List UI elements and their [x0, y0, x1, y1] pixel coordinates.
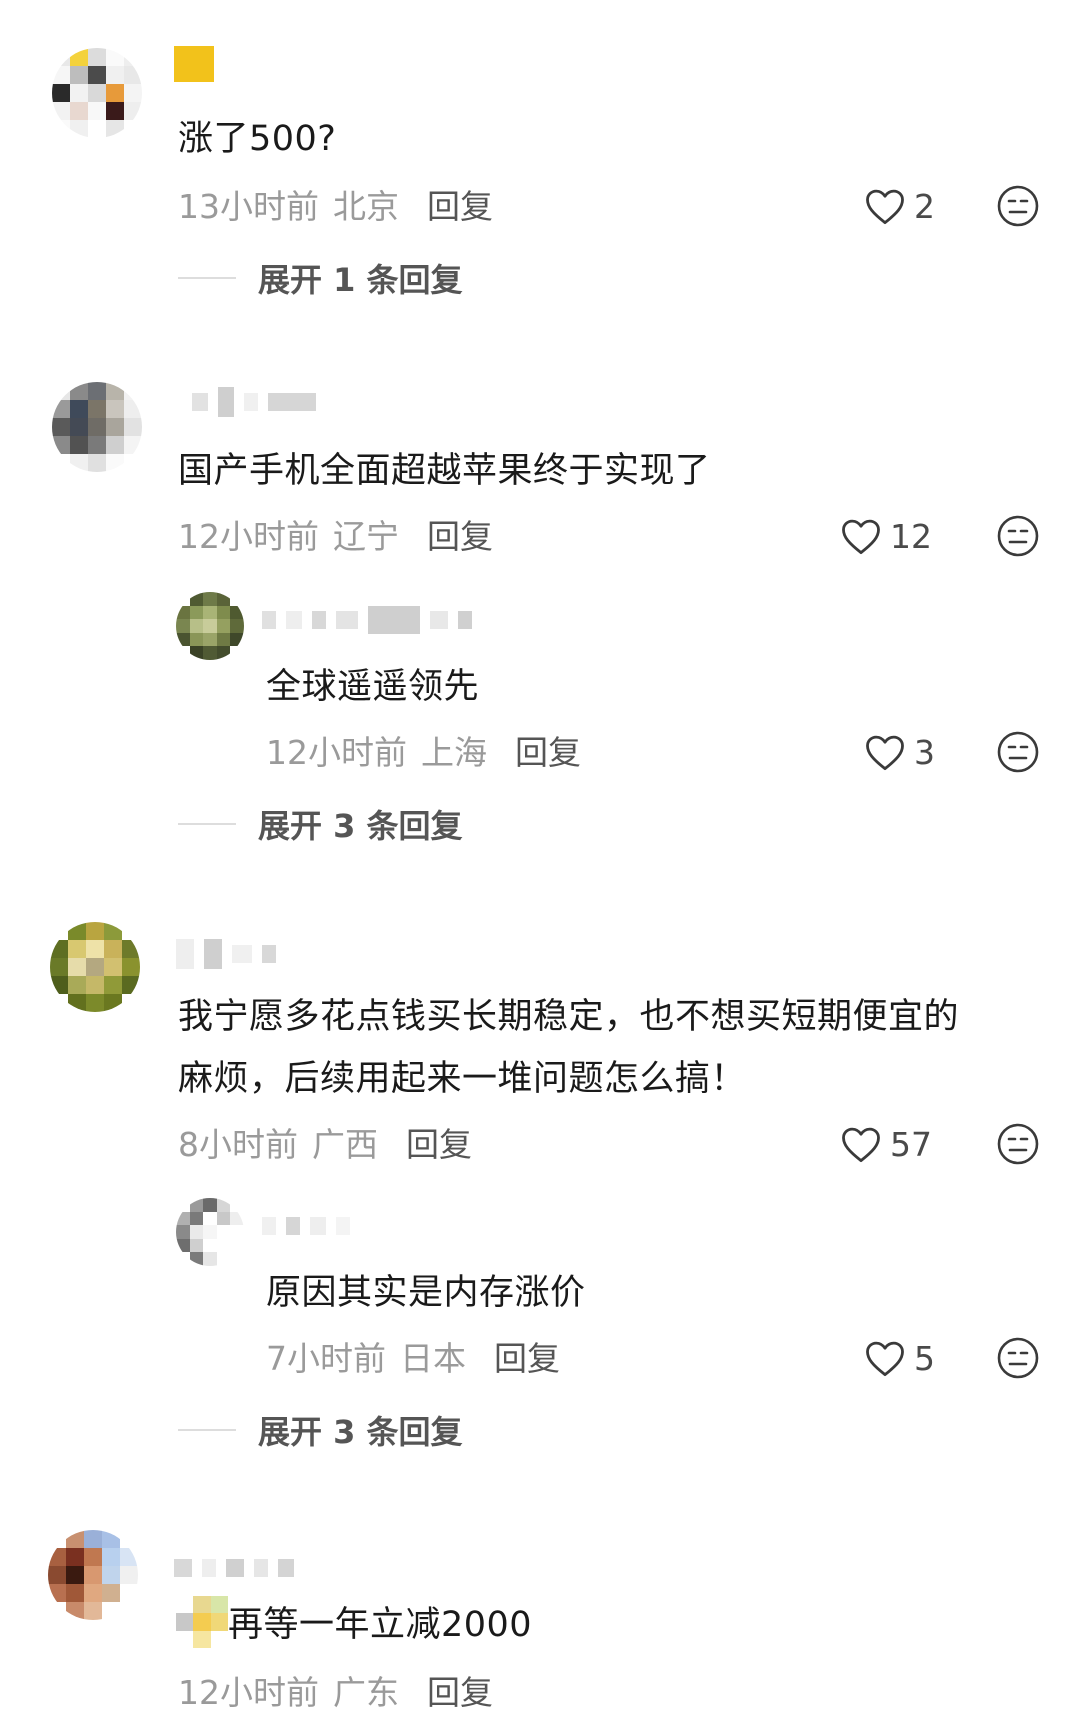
comment-meta: 8小时前 广西 回复 [178, 1120, 472, 1164]
comment-time: 8小时前 [178, 1125, 298, 1164]
like-count: 2 [914, 186, 935, 226]
divider-line [178, 1429, 236, 1431]
user-avatar[interactable] [48, 1530, 138, 1620]
emoji-sticker [176, 1596, 228, 1648]
reply-location: 日本 [400, 1339, 466, 1378]
comment-text: 涨了500? [178, 119, 337, 159]
comment-location: 北京 [333, 187, 399, 226]
heart-outline-icon [866, 735, 904, 771]
reply-text: 原因其实是内存涨价 [266, 1273, 586, 1313]
comment-location: 广西 [312, 1125, 378, 1164]
like-count: 57 [890, 1124, 932, 1164]
reply-button[interactable]: 回复 [515, 726, 581, 774]
like-button[interactable]: 2 [864, 184, 935, 228]
comment-text: 国产手机全面超越苹果终于实现了 [178, 451, 711, 491]
heart-outline-icon [842, 519, 880, 555]
neutral-face-icon[interactable] [996, 1336, 1040, 1380]
neutral-face-icon[interactable] [996, 1122, 1040, 1166]
reply-button[interactable]: 回复 [494, 1332, 560, 1380]
reply-button[interactable]: 回复 [427, 1666, 493, 1714]
comment-meta: 12小时前 辽宁 回复 [178, 512, 493, 556]
comment-meta: 12小时前 广东 回复 [178, 1668, 493, 1712]
expand-replies-label: 展开 3 条回复 [258, 1413, 463, 1451]
reply-time: 7小时前 [266, 1339, 386, 1378]
username[interactable] [176, 939, 276, 969]
user-avatar[interactable] [52, 48, 142, 138]
comment-time: 12小时前 [178, 517, 319, 556]
reply-username[interactable] [262, 606, 472, 634]
like-button[interactable]: 5 [864, 1336, 935, 1380]
neutral-face-icon[interactable] [996, 514, 1040, 558]
comment-text-line-2: 麻烦，后续用起来一堆问题怎么搞！ [178, 1059, 747, 1099]
expand-replies-label: 展开 1 条回复 [258, 261, 463, 299]
comment-text-line-1: 我宁愿多花点钱买长期稳定，也不想买短期便宜的 [178, 997, 960, 1037]
comment-time: 13小时前 [178, 187, 319, 226]
reply-button[interactable]: 回复 [427, 510, 493, 558]
neutral-face-icon[interactable] [996, 184, 1040, 228]
reply-meta: 7小时前 日本 回复 [266, 1334, 560, 1378]
heart-outline-icon [866, 189, 904, 225]
divider-line [178, 823, 236, 825]
reply-username[interactable] [262, 1212, 350, 1240]
comment-location: 广东 [333, 1673, 399, 1712]
neutral-face-icon[interactable] [996, 730, 1040, 774]
comment-time: 12小时前 [178, 1673, 319, 1712]
expand-replies-button[interactable]: 展开 3 条回复 [178, 802, 463, 846]
user-avatar[interactable] [52, 382, 142, 472]
username[interactable] [174, 46, 214, 82]
heart-outline-icon [842, 1127, 880, 1163]
reply-button[interactable]: 回复 [406, 1118, 472, 1166]
like-button[interactable]: 57 [840, 1122, 932, 1166]
username[interactable] [192, 387, 316, 417]
reply-time: 12小时前 [266, 733, 407, 772]
like-count: 3 [914, 732, 935, 772]
comment-location: 辽宁 [333, 517, 399, 556]
reply-meta: 12小时前 上海 回复 [266, 728, 581, 772]
heart-outline-icon [866, 1341, 904, 1377]
reply-user-avatar[interactable] [176, 1198, 244, 1266]
expand-replies-button[interactable]: 展开 3 条回复 [178, 1408, 463, 1452]
user-avatar[interactable] [50, 922, 140, 1012]
comment-meta: 13小时前 北京 回复 [178, 182, 493, 226]
comment-text: 再等一年立减2000 [228, 1605, 533, 1645]
reply-user-avatar[interactable] [176, 592, 244, 660]
username[interactable] [174, 1554, 294, 1582]
like-button[interactable]: 3 [864, 730, 935, 774]
expand-replies-button[interactable]: 展开 1 条回复 [178, 256, 463, 300]
divider-line [178, 277, 236, 279]
like-button[interactable]: 12 [840, 514, 932, 558]
reply-button[interactable]: 回复 [427, 180, 493, 228]
like-count: 5 [914, 1338, 935, 1378]
like-count: 12 [890, 516, 932, 556]
reply-location: 上海 [421, 733, 487, 772]
reply-text: 全球遥遥领先 [266, 667, 480, 707]
expand-replies-label: 展开 3 条回复 [258, 807, 463, 845]
